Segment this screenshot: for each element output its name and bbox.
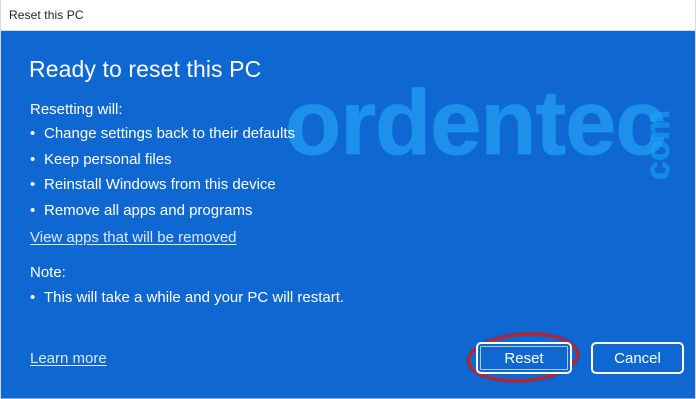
note-label: Note: [30,264,66,281]
resetting-will-label: Resetting will: [30,101,123,118]
watermark-side-text: com [639,110,678,181]
bullet-icon: • [30,150,36,168]
list-item: • Reinstall Windows from this device [30,176,295,202]
list-item-label: Keep personal files [44,150,172,168]
cancel-button[interactable]: Cancel [591,342,684,374]
resetting-list: • Change settings back to their defaults… [30,125,295,227]
cancel-button-label: Cancel [614,349,661,367]
bullet-icon: • [30,201,36,219]
learn-more-link[interactable]: Learn more [30,350,107,367]
dialog-content: ordentec com Ready to reset this PC Rese… [1,31,695,398]
watermark-main-text: ordentec [285,72,668,174]
reset-this-pc-window: Reset this PC ordentec com Ready to rese… [0,0,696,399]
window-titlebar: Reset this PC [1,0,695,31]
list-item: • Remove all apps and programs [30,202,295,228]
reset-button-label: Reset [504,349,544,367]
list-item-label: Reinstall Windows from this device [44,176,276,193]
reset-button[interactable]: Reset [476,342,572,374]
window-title: Reset this PC [9,8,84,22]
list-item: • Keep personal files [30,151,295,177]
list-item: • Change settings back to their defaults [30,125,295,151]
list-item-label: Change settings back to their defaults [44,125,295,142]
bullet-icon: • [30,176,36,193]
note-text: This will take a while and your PC will … [44,289,345,306]
list-item-label: Remove all apps and programs [44,201,253,219]
page-title: Ready to reset this PC [29,56,262,82]
bullet-icon: • [30,289,36,306]
note-list-item: • This will take a while and your PC wil… [30,289,344,306]
view-apps-link[interactable]: View apps that will be removed [30,229,237,246]
bullet-icon: • [30,125,36,142]
